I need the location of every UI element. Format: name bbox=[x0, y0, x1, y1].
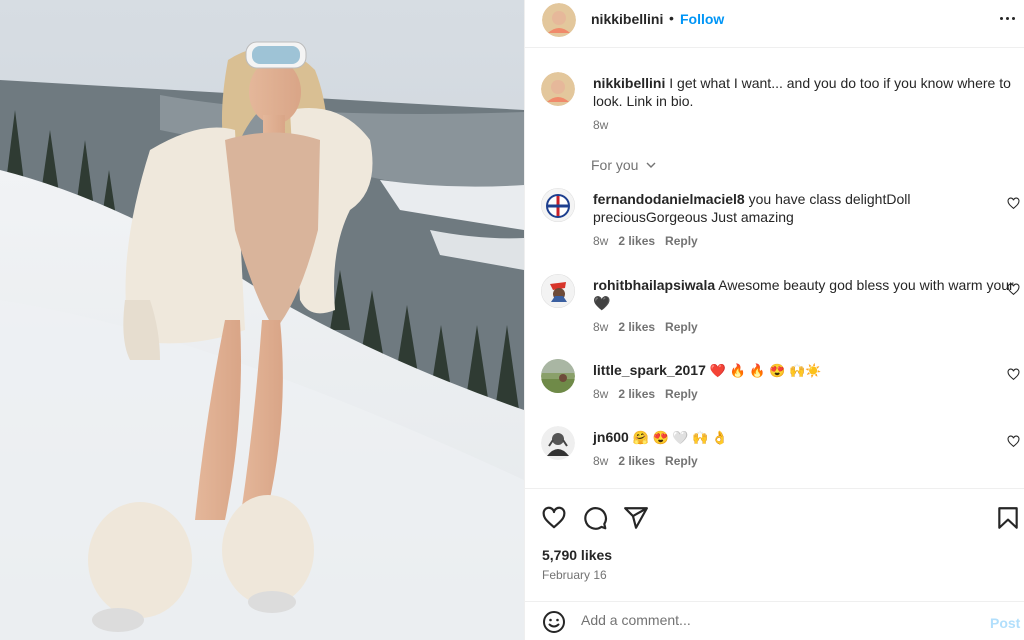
comments-section: nikkibellini I get what I want... and yo… bbox=[525, 48, 1024, 488]
author-avatar[interactable] bbox=[542, 3, 576, 37]
for-you-dropdown[interactable]: For you bbox=[591, 157, 657, 174]
comment-time: 8w bbox=[593, 234, 609, 248]
commenter-avatar[interactable] bbox=[541, 359, 575, 393]
post-photo bbox=[0, 0, 524, 640]
comment-likes[interactable]: 2 likes bbox=[618, 387, 655, 401]
comment-text-block: rohitbhailapsiwala Awesome beauty god bl… bbox=[593, 276, 1023, 312]
comment-time: 8w bbox=[593, 320, 609, 334]
commenter-avatar[interactable] bbox=[541, 274, 575, 308]
comment-username[interactable]: fernandodanielmaciel8 bbox=[593, 191, 745, 207]
like-comment-heart-icon[interactable] bbox=[1007, 435, 1020, 448]
caption-avatar[interactable] bbox=[541, 72, 575, 106]
post-date: February 16 bbox=[542, 568, 607, 582]
bookmark-icon[interactable] bbox=[995, 505, 1021, 531]
post-details-panel: nikkibellini • Follow nikkibellini I get… bbox=[524, 0, 1024, 640]
comment-username[interactable]: jn600 bbox=[593, 429, 629, 445]
comment-likes[interactable]: 2 likes bbox=[618, 454, 655, 468]
follow-button[interactable]: Follow bbox=[680, 11, 724, 27]
post-image[interactable] bbox=[0, 0, 524, 640]
comment-username[interactable]: little_spark_2017 bbox=[593, 362, 706, 378]
like-comment-heart-icon[interactable] bbox=[1007, 197, 1020, 210]
author-username[interactable]: nikkibellini bbox=[591, 11, 663, 27]
comment-time: 8w bbox=[593, 387, 609, 401]
likes-count[interactable]: 5,790 likes bbox=[542, 547, 612, 563]
comment-meta: 8w 2 likes Reply bbox=[593, 454, 698, 468]
reply-button[interactable]: Reply bbox=[665, 387, 698, 401]
comment-time: 8w bbox=[593, 454, 609, 468]
comment-text: ❤️ 🔥 🔥 😍 🙌☀️ bbox=[709, 363, 822, 378]
caption-time: 8w bbox=[593, 118, 609, 132]
post-actions: 5,790 likes February 16 Post bbox=[525, 488, 1024, 640]
separator-dot: • bbox=[669, 10, 674, 26]
caption-meta: 8w bbox=[593, 118, 608, 132]
like-comment-heart-icon[interactable] bbox=[1007, 283, 1020, 296]
comment-likes[interactable]: 2 likes bbox=[618, 320, 655, 334]
more-options-icon[interactable] bbox=[995, 8, 1019, 28]
comment-likes[interactable]: 2 likes bbox=[618, 234, 655, 248]
chevron-down-icon bbox=[645, 158, 657, 174]
comment-meta: 8w 2 likes Reply bbox=[593, 320, 698, 334]
commenter-avatar[interactable] bbox=[541, 188, 575, 222]
comment-text-block: little_spark_2017 ❤️ 🔥 🔥 😍 🙌☀️ bbox=[593, 361, 1023, 380]
reply-button[interactable]: Reply bbox=[665, 320, 698, 334]
comment-icon[interactable] bbox=[582, 505, 608, 531]
comment-meta: 8w 2 likes Reply bbox=[593, 387, 698, 401]
comment-text: 🤗 😍 🤍 🙌 👌 bbox=[632, 430, 729, 445]
comment-text-block: fernandodanielmaciel8 you have class del… bbox=[593, 190, 1023, 226]
for-you-label: For you bbox=[591, 157, 639, 173]
caption-username[interactable]: nikkibellini bbox=[593, 75, 665, 91]
caption-text-block: nikkibellini I get what I want... and yo… bbox=[593, 74, 1023, 110]
like-comment-heart-icon[interactable] bbox=[1007, 368, 1020, 381]
add-comment-input[interactable] bbox=[581, 612, 961, 628]
emoji-icon[interactable] bbox=[542, 610, 566, 634]
reply-button[interactable]: Reply bbox=[665, 234, 698, 248]
post-header: nikkibellini • Follow bbox=[525, 0, 1024, 48]
comment-meta: 8w 2 likes Reply bbox=[593, 234, 698, 248]
add-comment-bar: Post bbox=[525, 601, 1024, 640]
commenter-avatar[interactable] bbox=[541, 426, 575, 460]
like-heart-icon[interactable] bbox=[541, 505, 567, 531]
share-icon[interactable] bbox=[623, 505, 649, 531]
comment-text-block: jn600 🤗 😍 🤍 🙌 👌 bbox=[593, 428, 1023, 447]
comment-username[interactable]: rohitbhailapsiwala bbox=[593, 277, 715, 293]
post-comment-button[interactable]: Post bbox=[990, 615, 1020, 631]
reply-button[interactable]: Reply bbox=[665, 454, 698, 468]
